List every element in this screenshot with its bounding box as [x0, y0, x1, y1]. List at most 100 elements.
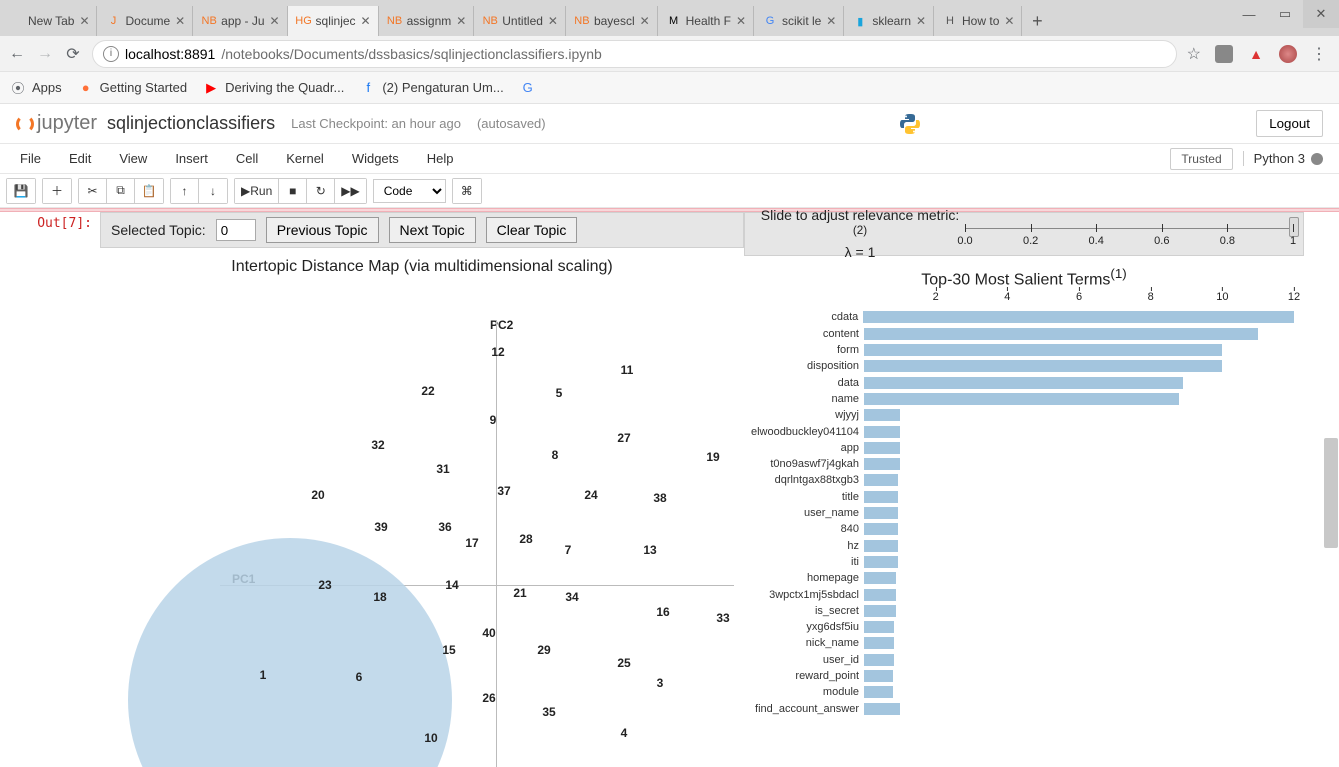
url-field[interactable]: i localhost:8891/notebooks/Documents/dss…: [92, 40, 1177, 68]
term-bar-row[interactable]: cdata: [744, 309, 1294, 325]
save-button[interactable]: 💾: [7, 179, 35, 203]
topic-point[interactable]: 29: [537, 643, 550, 657]
topic-point[interactable]: 6: [356, 670, 363, 684]
minimize-button[interactable]: —: [1231, 0, 1267, 28]
topic-point[interactable]: 35: [542, 705, 555, 719]
trusted-indicator[interactable]: Trusted: [1170, 148, 1232, 170]
topic-point[interactable]: 11: [621, 363, 634, 377]
term-bar-row[interactable]: module: [744, 684, 1294, 700]
topic-point[interactable]: 18: [373, 590, 386, 604]
notebook-name[interactable]: sqlinjectionclassifiers: [107, 113, 275, 134]
move-up-button[interactable]: ↑: [171, 179, 199, 203]
browser-tab[interactable]: NBapp - Ju✕: [193, 6, 287, 36]
term-bar-row[interactable]: title: [744, 489, 1294, 505]
topic-point[interactable]: 34: [565, 590, 578, 604]
back-button[interactable]: ←: [8, 45, 26, 63]
menu-insert[interactable]: Insert: [161, 151, 222, 166]
topic-point[interactable]: 4: [621, 726, 628, 740]
tab-close-icon[interactable]: ✕: [174, 15, 186, 27]
command-palette-button[interactable]: ⌘: [453, 179, 481, 203]
bookmark-item[interactable]: ⦿Apps: [10, 80, 62, 96]
tab-close-icon[interactable]: ✕: [735, 15, 747, 27]
bookmark-item[interactable]: ●Getting Started: [78, 80, 187, 96]
tab-close-icon[interactable]: ✕: [1003, 15, 1015, 27]
browser-tab[interactable]: MHealth F✕: [658, 6, 754, 36]
topic-point[interactable]: 10: [424, 731, 437, 745]
browser-tab[interactable]: NBUntitled✕: [474, 6, 566, 36]
topic-point[interactable]: 14: [445, 578, 458, 592]
kernel-indicator[interactable]: Python 3: [1243, 151, 1323, 166]
bookmark-item[interactable]: G: [520, 80, 542, 96]
topic-point[interactable]: 27: [617, 431, 630, 445]
term-bar-row[interactable]: disposition: [744, 358, 1294, 374]
term-bar-row[interactable]: data: [744, 375, 1294, 391]
term-bar-row[interactable]: yxg6dsf5iu: [744, 619, 1294, 635]
topic-point[interactable]: 28: [519, 532, 532, 546]
topic-point[interactable]: 39: [374, 520, 387, 534]
term-bar-row[interactable]: is_secret: [744, 603, 1294, 619]
browser-tab[interactable]: NBassignm✕: [379, 6, 475, 36]
topic-point[interactable]: 5: [556, 386, 563, 400]
term-bar-row[interactable]: content: [744, 326, 1294, 342]
tab-close-icon[interactable]: ✕: [269, 15, 281, 27]
menu-widgets[interactable]: Widgets: [338, 151, 413, 166]
menu-help[interactable]: Help: [413, 151, 468, 166]
previous-topic-button[interactable]: Previous Topic: [266, 217, 379, 243]
jupyter-logo[interactable]: jupyter: [16, 112, 97, 135]
term-bar-row[interactable]: 3wpctx1mj5sbdacl: [744, 586, 1294, 602]
restart-button[interactable]: ↻: [307, 179, 335, 203]
term-bar-row[interactable]: iti: [744, 554, 1294, 570]
term-bar-row[interactable]: hz: [744, 537, 1294, 553]
topic-point[interactable]: 9: [490, 413, 497, 427]
menu-file[interactable]: File: [6, 151, 55, 166]
profile-avatar-icon[interactable]: [1279, 45, 1297, 63]
selected-topic-input[interactable]: [216, 219, 256, 241]
topic-point[interactable]: 15: [442, 643, 455, 657]
tab-close-icon[interactable]: ✕: [360, 15, 372, 27]
topic-point[interactable]: 23: [318, 578, 331, 592]
term-bar-row[interactable]: elwoodbuckley041104: [744, 423, 1294, 439]
browser-tab[interactable]: JDocume✕: [97, 6, 193, 36]
topic-point[interactable]: 36: [438, 520, 451, 534]
topic-point[interactable]: 21: [513, 586, 526, 600]
topic-point[interactable]: 16: [656, 605, 669, 619]
term-bar-row[interactable]: 840: [744, 521, 1294, 537]
move-down-button[interactable]: ↓: [199, 179, 227, 203]
run-button[interactable]: ▶ Run: [235, 179, 279, 203]
topic-point[interactable]: 31: [436, 462, 449, 476]
browser-tab[interactable]: Gscikit le✕: [754, 6, 844, 36]
tab-close-icon[interactable]: ✕: [78, 15, 90, 27]
menu-kernel[interactable]: Kernel: [272, 151, 338, 166]
cell-type-select[interactable]: Code: [373, 179, 446, 203]
topic-point[interactable]: 40: [482, 626, 495, 640]
topic-point[interactable]: 8: [552, 448, 559, 462]
term-bar-row[interactable]: user_name: [744, 505, 1294, 521]
topic-point[interactable]: 26: [482, 691, 495, 705]
term-bar-row[interactable]: t0no9aswf7j4gkah: [744, 456, 1294, 472]
term-bar-row[interactable]: wjyyj: [744, 407, 1294, 423]
topic-point[interactable]: 32: [371, 438, 384, 452]
salient-terms-bars[interactable]: cdatacontentformdispositiondatanamewjyyj…: [744, 309, 1294, 716]
bookmark-star-icon[interactable]: ☆: [1187, 44, 1201, 64]
bookmark-item[interactable]: ▶Deriving the Quadr...: [203, 80, 344, 96]
term-bar-row[interactable]: find_account_answer: [744, 700, 1294, 716]
vertical-scrollbar-thumb[interactable]: [1324, 438, 1338, 548]
topic-point[interactable]: 22: [421, 384, 434, 398]
topic-point[interactable]: 38: [653, 491, 666, 505]
topic-point[interactable]: 19: [706, 450, 719, 464]
relevance-slider[interactable]: 0.00.20.40.60.81: [965, 219, 1293, 249]
term-bar-row[interactable]: nick_name: [744, 635, 1294, 651]
paste-button[interactable]: 📋: [135, 179, 163, 203]
browser-tab[interactable]: NBbayescl✕: [566, 6, 658, 36]
term-bar-row[interactable]: reward_point: [744, 668, 1294, 684]
topic-point[interactable]: 1: [260, 668, 267, 682]
forward-button[interactable]: →: [36, 45, 54, 63]
clear-topic-button[interactable]: Clear Topic: [486, 217, 578, 243]
tab-close-icon[interactable]: ✕: [915, 15, 927, 27]
term-bar-row[interactable]: app: [744, 440, 1294, 456]
bookmark-item[interactable]: f(2) Pengaturan Um...: [360, 80, 503, 96]
tab-close-icon[interactable]: ✕: [639, 15, 651, 27]
topic-point[interactable]: 3: [657, 676, 664, 690]
topic-point[interactable]: 13: [643, 543, 656, 557]
topic-point[interactable]: 20: [311, 488, 324, 502]
